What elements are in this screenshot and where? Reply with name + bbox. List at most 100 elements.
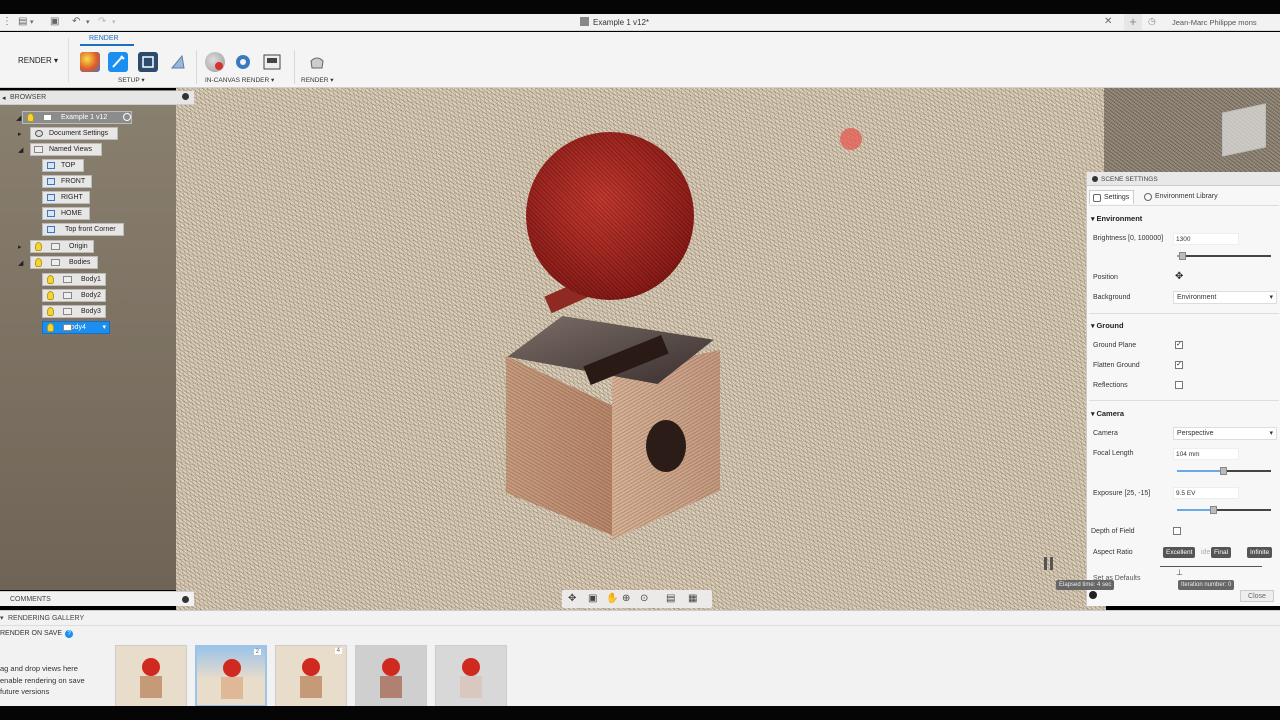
lightbulb-icon[interactable] [27, 113, 34, 122]
gallery-thumbnail[interactable]: 4 [275, 645, 347, 707]
quality-infinite-marker[interactable]: Infinite [1247, 547, 1273, 558]
pause-render-button[interactable] [1044, 557, 1056, 570]
display-settings-icon[interactable]: ▤ [666, 593, 675, 604]
workspace-switcher[interactable]: RENDER ▾ [18, 56, 58, 65]
undo-icon[interactable]: ↶ [72, 16, 80, 27]
gallery-thumbnail[interactable]: 2 [195, 645, 267, 707]
in-canvas-render-icon[interactable] [205, 52, 225, 72]
exposure-slider[interactable] [1177, 506, 1271, 514]
orbit-icon[interactable]: ✥ [568, 593, 576, 604]
browser-item-view-right[interactable]: RIGHT [42, 191, 90, 204]
ground-plane-checkbox[interactable]: ✓ [1175, 341, 1183, 349]
viewcube[interactable] [1222, 103, 1266, 157]
lightbulb-icon[interactable] [35, 258, 42, 267]
browser-pin-icon[interactable] [182, 93, 189, 100]
scene-settings-pin-icon[interactable] [1092, 176, 1098, 182]
browser-item-view-home[interactable]: HOME [42, 207, 90, 220]
document-tab[interactable]: Example 1 v12* [580, 17, 649, 27]
lightbulb-icon[interactable] [47, 275, 54, 284]
close-tab-icon[interactable]: ✕ [1104, 16, 1112, 27]
move-arrows-icon[interactable]: ✥ [1175, 271, 1183, 282]
browser-item-named-views[interactable]: Named Views [30, 143, 102, 156]
undo-chevron-icon[interactable]: ▾ [86, 18, 90, 26]
quality-excellent-marker[interactable]: Excellent [1163, 547, 1196, 558]
close-button[interactable]: Close [1240, 590, 1274, 602]
camera-select[interactable]: Perspective [1173, 427, 1277, 440]
info-icon[interactable] [1089, 591, 1097, 599]
quality-final-marker[interactable]: Final [1211, 547, 1232, 558]
reflections-checkbox[interactable] [1175, 381, 1183, 389]
redo-icon[interactable]: ↷ [98, 16, 106, 27]
focal-length-slider-knob[interactable] [1220, 467, 1228, 475]
grid-settings-icon[interactable]: ▦ [688, 593, 697, 604]
lightbulb-icon[interactable] [47, 291, 54, 300]
browser-item-bodies[interactable]: Bodies [30, 256, 98, 269]
gallery-thumbnail[interactable] [435, 645, 507, 707]
zoom-icon[interactable]: ⊕ [622, 593, 630, 604]
tab-render[interactable]: RENDER [89, 35, 119, 42]
user-name[interactable]: Jean-Marc Philippe mons [1172, 18, 1257, 27]
browser-item-body3[interactable]: Body3 [42, 305, 106, 318]
brightness-input[interactable]: 1300 [1173, 233, 1239, 245]
lightbulb-icon[interactable] [47, 307, 54, 316]
physical-material-icon[interactable] [108, 52, 128, 72]
aspect-ratio-value[interactable]: ide [1201, 549, 1210, 556]
flatten-ground-checkbox[interactable]: ✓ [1175, 361, 1183, 369]
browser-item-view-top-front-corner[interactable]: Top front Corner [42, 223, 124, 236]
in-canvas-render-settings-icon[interactable] [233, 52, 253, 72]
background-select[interactable]: Environment [1173, 291, 1277, 304]
new-tab-plus-icon[interactable]: + [1124, 14, 1142, 30]
focal-length-slider[interactable] [1177, 467, 1271, 475]
capture-image-icon[interactable] [262, 52, 282, 72]
texture-map-icon[interactable] [168, 52, 188, 72]
browser-item-view-top[interactable]: TOP [42, 159, 84, 172]
redo-chevron-icon[interactable]: ▾ [112, 18, 116, 26]
browser-root-node[interactable]: Example 1 v12 [22, 111, 132, 124]
gallery-thumbnail[interactable] [115, 645, 187, 707]
browser-item-view-front[interactable]: FRONT [42, 175, 92, 188]
browser-item-origin[interactable]: Origin [30, 240, 94, 253]
section-ground[interactable]: Ground [1091, 321, 1123, 330]
gallery-thumbnail[interactable] [355, 645, 427, 707]
browser-collapse-icon[interactable]: ◂ [2, 94, 6, 102]
comments-bar[interactable]: COMMENTS [0, 591, 194, 606]
lightbulb-icon[interactable] [47, 323, 54, 332]
section-environment[interactable]: Environment [1091, 214, 1142, 223]
save-icon[interactable]: ▣ [50, 16, 59, 27]
file-menu-chevron-icon[interactable]: ▾ [30, 18, 34, 26]
render-teapot-icon[interactable] [307, 52, 327, 72]
app-grid-icon[interactable]: ⋮ [2, 16, 12, 27]
bodies-expand-icon[interactable]: ◢ [18, 259, 23, 267]
focal-length-input[interactable]: 104 mm [1173, 448, 1239, 460]
browser-item-document-settings[interactable]: Document Settings [30, 127, 118, 140]
look-at-icon[interactable]: ▣ [588, 593, 597, 604]
brightness-slider[interactable] [1177, 252, 1271, 260]
zoom-window-icon[interactable]: ⊙ [640, 593, 648, 604]
lightbulb-icon[interactable] [35, 242, 42, 251]
scene-settings-icon[interactable] [138, 52, 158, 72]
activate-radio-icon[interactable] [123, 113, 131, 121]
gallery-collapse-icon[interactable]: ▾ [0, 614, 4, 622]
appearance-icon[interactable] [80, 52, 100, 72]
browser-item-body1[interactable]: Body1 [42, 273, 106, 286]
brightness-slider-knob[interactable] [1178, 252, 1186, 260]
render-group-label[interactable]: RENDER ▾ [301, 76, 334, 84]
in-canvas-render-group-label[interactable]: IN-CANVAS RENDER ▾ [205, 76, 274, 84]
exposure-input[interactable]: 9.5 EV [1173, 487, 1239, 499]
file-icon[interactable]: ▤ [18, 16, 27, 27]
document-settings-expand-icon[interactable]: ▸ [18, 130, 22, 138]
browser-item-body4[interactable]: Body4 [42, 321, 110, 334]
depth-of-field-checkbox[interactable] [1173, 527, 1181, 535]
tab-settings[interactable]: Settings [1089, 190, 1135, 204]
browser-item-body2[interactable]: Body2 [42, 289, 106, 302]
origin-expand-icon[interactable]: ▸ [18, 243, 22, 251]
root-expand-icon[interactable]: ◢ [16, 114, 21, 122]
named-views-expand-icon[interactable]: ◢ [18, 146, 23, 154]
setup-group-label[interactable]: SETUP ▾ [118, 76, 145, 84]
section-camera[interactable]: Camera [1091, 409, 1124, 418]
pan-icon[interactable]: ✋ [606, 593, 618, 604]
help-icon[interactable]: ? [65, 630, 74, 638]
render-on-save[interactable]: RENDER ON SAVE? [0, 630, 74, 638]
job-status-clock-icon[interactable]: ◷ [1148, 16, 1156, 27]
comments-pin-icon[interactable] [182, 596, 189, 603]
